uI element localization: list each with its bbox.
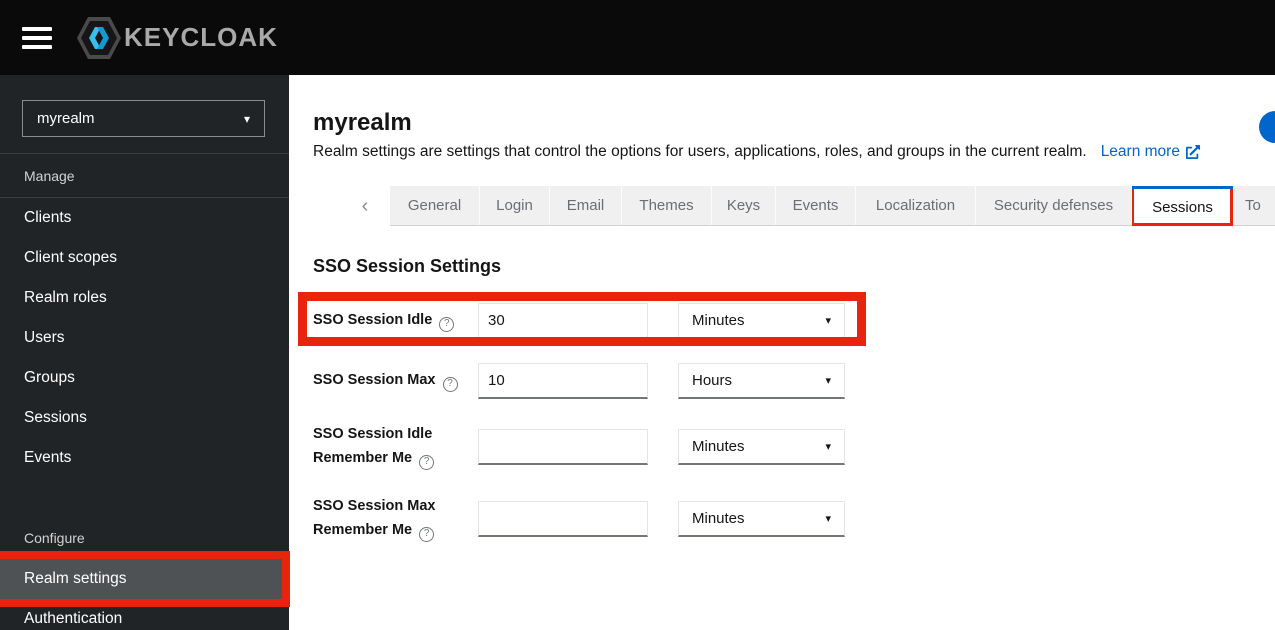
- tab-security-defenses[interactable]: Security defenses: [976, 186, 1132, 225]
- sso-session-max-input[interactable]: [478, 363, 648, 399]
- sso-session-idle-unit-select[interactable]: Minutes ▾: [678, 303, 845, 339]
- realm-selector-wrap: myrealm ▾: [0, 75, 289, 154]
- sso-session-idle-remember-me-unit-select[interactable]: Minutes ▾: [678, 428, 845, 465]
- sso-session-max-remember-me-unit-value: Minutes: [692, 509, 745, 527]
- page-description: Realm settings are settings that control…: [313, 143, 1087, 160]
- tab-events[interactable]: Events: [776, 186, 856, 225]
- caret-down-icon: ▾: [825, 512, 831, 525]
- sidebar-item-realm-settings[interactable]: Realm settings: [0, 551, 290, 607]
- sso-session-max-remember-me-unit-select[interactable]: Minutes ▾: [678, 500, 845, 537]
- tab-localization[interactable]: Localization: [856, 186, 976, 225]
- sso-session-max-remember-me-input[interactable]: [478, 500, 648, 537]
- sso-session-idle-remember-me-label: SSO Session Idle Remember Me?: [313, 423, 478, 471]
- sso-session-max-remember-me-label: SSO Session Max Remember Me?: [313, 495, 478, 543]
- keycloak-logo[interactable]: KEYCLOAK: [76, 14, 278, 62]
- nav-section-configure: Configure: [24, 530, 85, 546]
- sso-session-max-label: SSO Session Max?: [313, 369, 478, 393]
- help-icon[interactable]: ?: [442, 376, 458, 392]
- tab-email[interactable]: Email: [550, 186, 622, 225]
- sso-session-idle-input[interactable]: [478, 303, 648, 339]
- tab-sessions[interactable]: Sessions: [1132, 186, 1233, 226]
- tab-login[interactable]: Login: [480, 186, 550, 225]
- caret-down-icon: ▾: [825, 375, 831, 387]
- sso-session-settings-form: SSO Session Idle? Minutes ▾ SSO Session …: [298, 292, 1275, 543]
- sidebar-item-groups[interactable]: Groups: [0, 358, 289, 398]
- sso-session-idle-remember-me-input[interactable]: [478, 428, 648, 465]
- help-icon[interactable]: ?: [419, 526, 435, 542]
- help-icon[interactable]: ?: [419, 454, 435, 470]
- external-link-icon: [1185, 145, 1200, 159]
- learn-more-link[interactable]: Learn more: [1101, 143, 1200, 161]
- main-content: myrealm Realm settings are settings that…: [289, 75, 1275, 630]
- brand-name: KEYCLOAK: [124, 22, 278, 52]
- tab-scroll-left-chevron-icon[interactable]: ‹: [355, 186, 375, 226]
- tab-bar: ‹ General Login Email Themes Keys Events…: [313, 186, 1275, 226]
- sidebar-item-realm-roles[interactable]: Realm roles: [0, 278, 289, 318]
- form-row-sso-session-idle-remember-me: SSO Session Idle Remember Me? Minutes ▾: [313, 423, 845, 471]
- page-title: myrealm: [313, 109, 412, 136]
- caret-down-icon: ▾: [243, 111, 250, 126]
- caret-down-icon: ▾: [825, 440, 831, 453]
- sidebar-item-users[interactable]: Users: [0, 318, 289, 358]
- sidebar-item-clients[interactable]: Clients: [0, 198, 289, 238]
- tab-tokens-cutoff[interactable]: To: [1233, 186, 1275, 225]
- form-row-sso-session-max-remember-me: SSO Session Max Remember Me? Minutes ▾: [313, 495, 845, 543]
- sso-session-settings-title: SSO Session Settings: [313, 256, 502, 276]
- hamburger-menu-icon[interactable]: [22, 26, 52, 49]
- sidebar-item-authentication[interactable]: Authentication: [0, 599, 289, 630]
- tab-general[interactable]: General: [390, 186, 480, 225]
- realm-selector-value: myrealm: [37, 110, 95, 127]
- sidebar-item-client-scopes[interactable]: Client scopes: [0, 238, 289, 278]
- sso-session-max-unit-select[interactable]: Hours ▾: [678, 363, 845, 399]
- tab-sessions-label: Sessions: [1152, 199, 1213, 216]
- form-row-sso-session-idle: SSO Session Idle? Minutes ▾: [298, 292, 866, 346]
- learn-more-label: Learn more: [1100, 143, 1180, 160]
- keycloak-hexagon-icon: [77, 16, 121, 59]
- top-bar: KEYCLOAK: [0, 0, 1275, 75]
- sso-session-idle-label: SSO Session Idle?: [313, 309, 478, 333]
- sidebar: myrealm ▾ Manage Clients Client scopes R…: [0, 75, 290, 630]
- help-icon[interactable]: ?: [439, 316, 455, 332]
- sidebar-item-events[interactable]: Events: [0, 438, 289, 478]
- sidebar-item-realm-settings-label: Realm settings: [24, 570, 127, 587]
- sidebar-item-sessions[interactable]: Sessions: [0, 398, 289, 438]
- sso-session-idle-unit-value: Minutes: [692, 312, 745, 329]
- form-row-sso-session-max: SSO Session Max? Hours ▾: [313, 363, 845, 399]
- nav-section-manage: Manage: [0, 154, 289, 198]
- caret-down-icon: ▾: [825, 315, 831, 327]
- tab-keys[interactable]: Keys: [712, 186, 776, 225]
- sso-session-max-unit-value: Hours: [692, 372, 733, 389]
- tab-themes[interactable]: Themes: [622, 186, 712, 225]
- realm-selector[interactable]: myrealm ▾: [22, 100, 265, 137]
- tabs: General Login Email Themes Keys Events L…: [390, 186, 1275, 226]
- sso-session-idle-remember-me-unit-value: Minutes: [692, 437, 745, 455]
